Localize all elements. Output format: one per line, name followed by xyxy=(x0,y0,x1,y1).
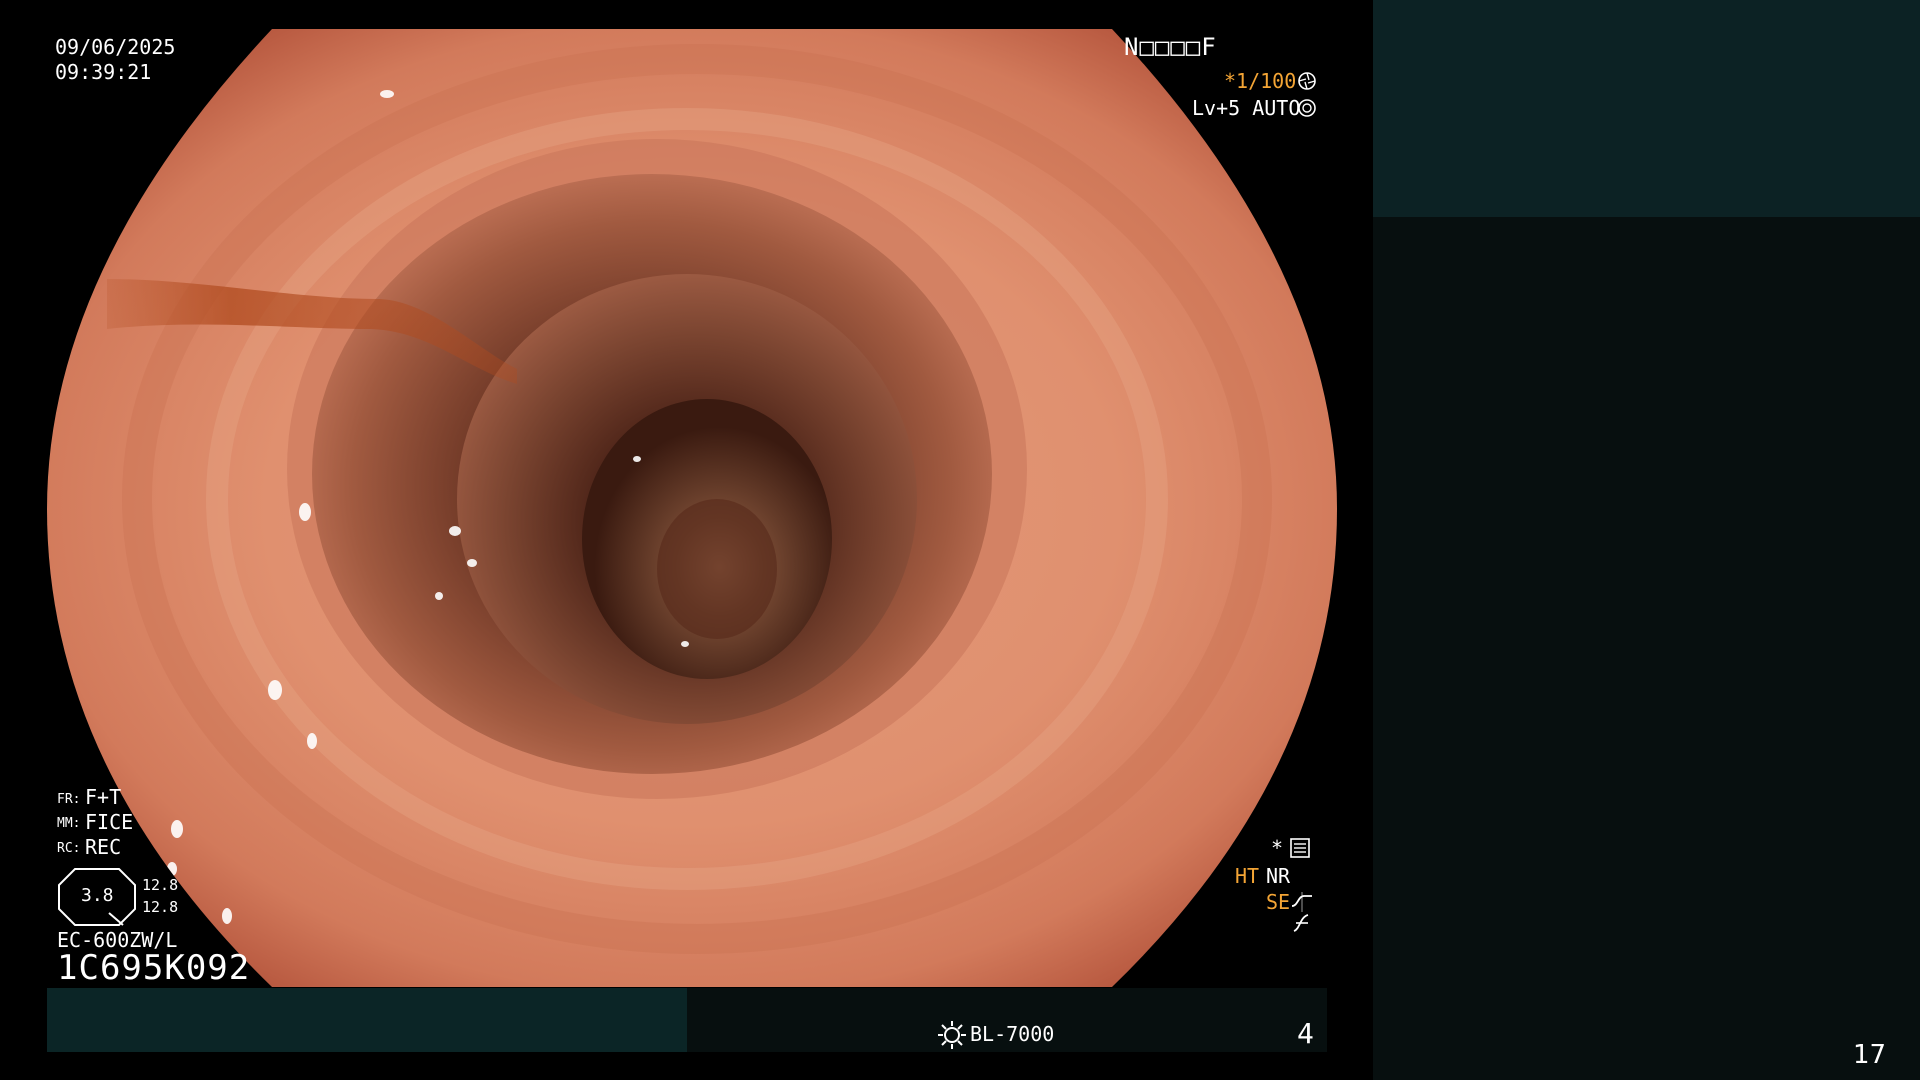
zoom-value: 3.8 xyxy=(81,885,114,906)
light-source-label: BL-7000 xyxy=(970,1022,1055,1046)
rc-label: RC: xyxy=(57,841,81,856)
time-text: 09:39:21 xyxy=(55,60,152,84)
iris-icon xyxy=(1298,99,1316,117)
scope-model: EC-600ZW/L xyxy=(57,928,178,952)
page-number: 17 xyxy=(1853,1040,1887,1070)
scope-serial: 1C695K092 xyxy=(57,948,251,988)
star-text: * xyxy=(1271,836,1284,860)
fr-value: F+T xyxy=(85,785,122,809)
ht-label: HT xyxy=(1235,864,1260,888)
fr-label: FR: xyxy=(57,792,81,807)
frame-number: 4 xyxy=(1297,1017,1314,1050)
endoscopy-screen: 09/06/2025 09:39:21 N□□□□F *1/100 Lv+5 A… xyxy=(0,0,1920,1080)
f-curve-icon xyxy=(1293,914,1309,932)
aperture-icon xyxy=(1298,72,1316,90)
rc-value: REC xyxy=(85,835,122,859)
patient-id: N□□□□F xyxy=(1124,33,1217,61)
se-label: SE xyxy=(1266,890,1291,914)
lamp-icon xyxy=(938,1021,966,1049)
date-text: 09/06/2025 xyxy=(55,35,176,59)
zoom-range-a: 12.8 xyxy=(142,876,179,894)
menu-icon xyxy=(1290,838,1310,858)
mm-value: FICE xyxy=(85,810,134,834)
right-bottom-panel xyxy=(1373,217,1920,1080)
bottom-left-panel xyxy=(47,988,687,1052)
zoom-range-b: 12.8 xyxy=(142,898,179,916)
endoscopic-image xyxy=(47,29,1337,987)
iris-setting: Lv+5 AUTO xyxy=(1192,96,1301,120)
shutter-speed: *1/100 xyxy=(1224,69,1297,93)
right-top-panel xyxy=(1373,0,1920,217)
mm-label: MM: xyxy=(57,816,81,831)
nr-label: NR xyxy=(1266,864,1291,888)
